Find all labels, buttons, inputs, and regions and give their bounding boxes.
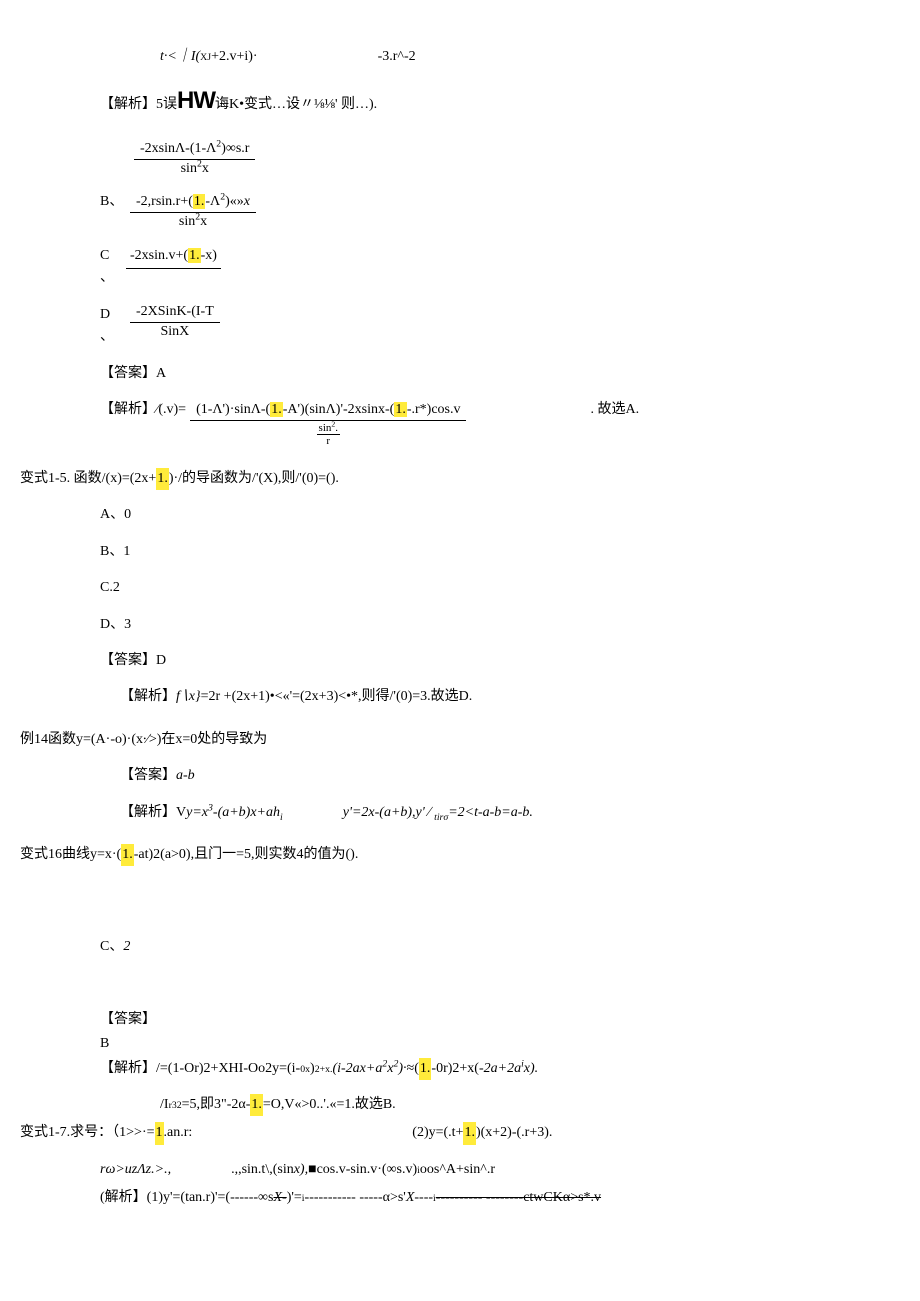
option-c: C 、 -2xsin.v+(1.-x) [20, 245, 900, 290]
explanation-1-7: (解析】(1)y'=(tan.r)'=(------∞sX-)'=i------… [20, 1187, 900, 1209]
question-14: 例14函数y=(A·-o)·(x∙∕>)在x=0处的导致为 [20, 729, 900, 751]
option-a-fraction: -2xsinΛ-(1-Λ2)∞s.r sin2x [20, 141, 900, 178]
question-1-5: 变式1-5. 函数/(x)=(2x+1.)·/的导函数为/'(X),则/'(0)… [20, 468, 900, 490]
denominator: sin2x [175, 160, 215, 178]
analysis-line: 【解析】5误HW诲K•变式…设〃⅛⅛' 则…). [20, 82, 900, 120]
fraction: -2xsinΛ-(1-Λ2)∞s.r sin2x [134, 141, 255, 178]
explanation-1-5: 【解析】f∖x}=2r +(2x+1)•<«'=(2x+3)<•*,则得/'(0… [20, 686, 900, 708]
numerator: (1-Λ')·sinΛ-(1.-A')(sinΛ)'-2xsinx-(1.-.r… [190, 402, 466, 421]
explanation-16-b: /Ir32=5,即3"-2α-1.=O,V«>0..'.«=1.故选B. [20, 1094, 900, 1116]
denominator: SinX [154, 323, 195, 341]
question-16: 变式16曲线y=x·(1.-at)2(a>0),且门一=5,则实数4的值为(). [20, 844, 900, 866]
fraction: (1-Λ')·sinΛ-(1.-A')(sinΛ)'-2xsinx-(1.-.r… [190, 402, 466, 448]
numerator: -2xsinΛ-(1-Λ2)∞s.r [134, 141, 255, 160]
option-c: C.2 [20, 577, 900, 599]
option-d: D 、 -2XSinK-(I-T SinX [20, 304, 900, 349]
text: 诲K•变式…设〃⅛⅛' 则…). [215, 94, 377, 116]
denominator: sin2. r [311, 421, 346, 448]
answer-16: 【答案】 [20, 1009, 900, 1031]
question-1-7: 变式1-7.求号：（1>>·=1.an.r: (2)y=(.t+1.)(x+2)… [20, 1122, 900, 1144]
option-c-16: C、2 [20, 936, 900, 958]
explanation-16-a: 【解析】/=(1-Or)2+XHI-Oo2y=(i-0x)2+x.(i-2ax+… [20, 1058, 900, 1080]
answer-1-5: 【答案】D [20, 650, 900, 672]
answer-a: 【答案】A [20, 363, 900, 385]
text: -3.r^-2 [378, 46, 416, 68]
text: +2.v+i)· [211, 46, 258, 68]
option-label: B、 [100, 191, 126, 213]
denominator: sin2x [173, 213, 213, 231]
option-b: B、 -2,rsin.r+(1.-Λ2)«»x sin2x [20, 191, 900, 231]
answer-14: 【答案】a-b [20, 765, 900, 787]
tail: . 故选A. [590, 399, 639, 421]
fraction: -2XSinK-(I-T SinX [130, 304, 220, 341]
numerator: -2XSinK-(I-T [130, 304, 220, 323]
text: 【解析】5误 [100, 94, 177, 116]
text: t·<｜I( [160, 46, 200, 68]
numerator: -2,rsin.r+(1.-Λ2)«»x [130, 194, 256, 213]
option-d: D、3 [20, 614, 900, 636]
explanation-a: 【解析】∕(.v)= (1-Λ')·sinΛ-(1.-A')(sinΛ)'-2x… [20, 399, 900, 448]
numerator: -2xsin.v+(1.-x) [126, 245, 221, 269]
explanation-14: 【解析】Vy=x3-(a+b)x+ahi y'=2x-(a+b),y' ∕ ti… [20, 802, 900, 824]
option-label: C 、 [100, 245, 126, 290]
label: 【解析】∕(.v)= [100, 399, 186, 421]
option-a: A、0 [20, 504, 900, 526]
formula-line-r: rω>uzΛz.>., .,,sin.t\,(sinx),■cos.v-sin.… [20, 1159, 900, 1181]
fraction: -2,rsin.r+(1.-Λ2)«»x sin2x [130, 194, 256, 231]
option-label: D 、 [100, 304, 126, 349]
hw-text: HW [177, 82, 215, 120]
answer-16-letter: B [20, 1033, 900, 1055]
option-b: B、1 [20, 541, 900, 563]
formula-line-1: t·<｜I(XJ+2.v+i)· -3.r^-2 [20, 46, 900, 68]
